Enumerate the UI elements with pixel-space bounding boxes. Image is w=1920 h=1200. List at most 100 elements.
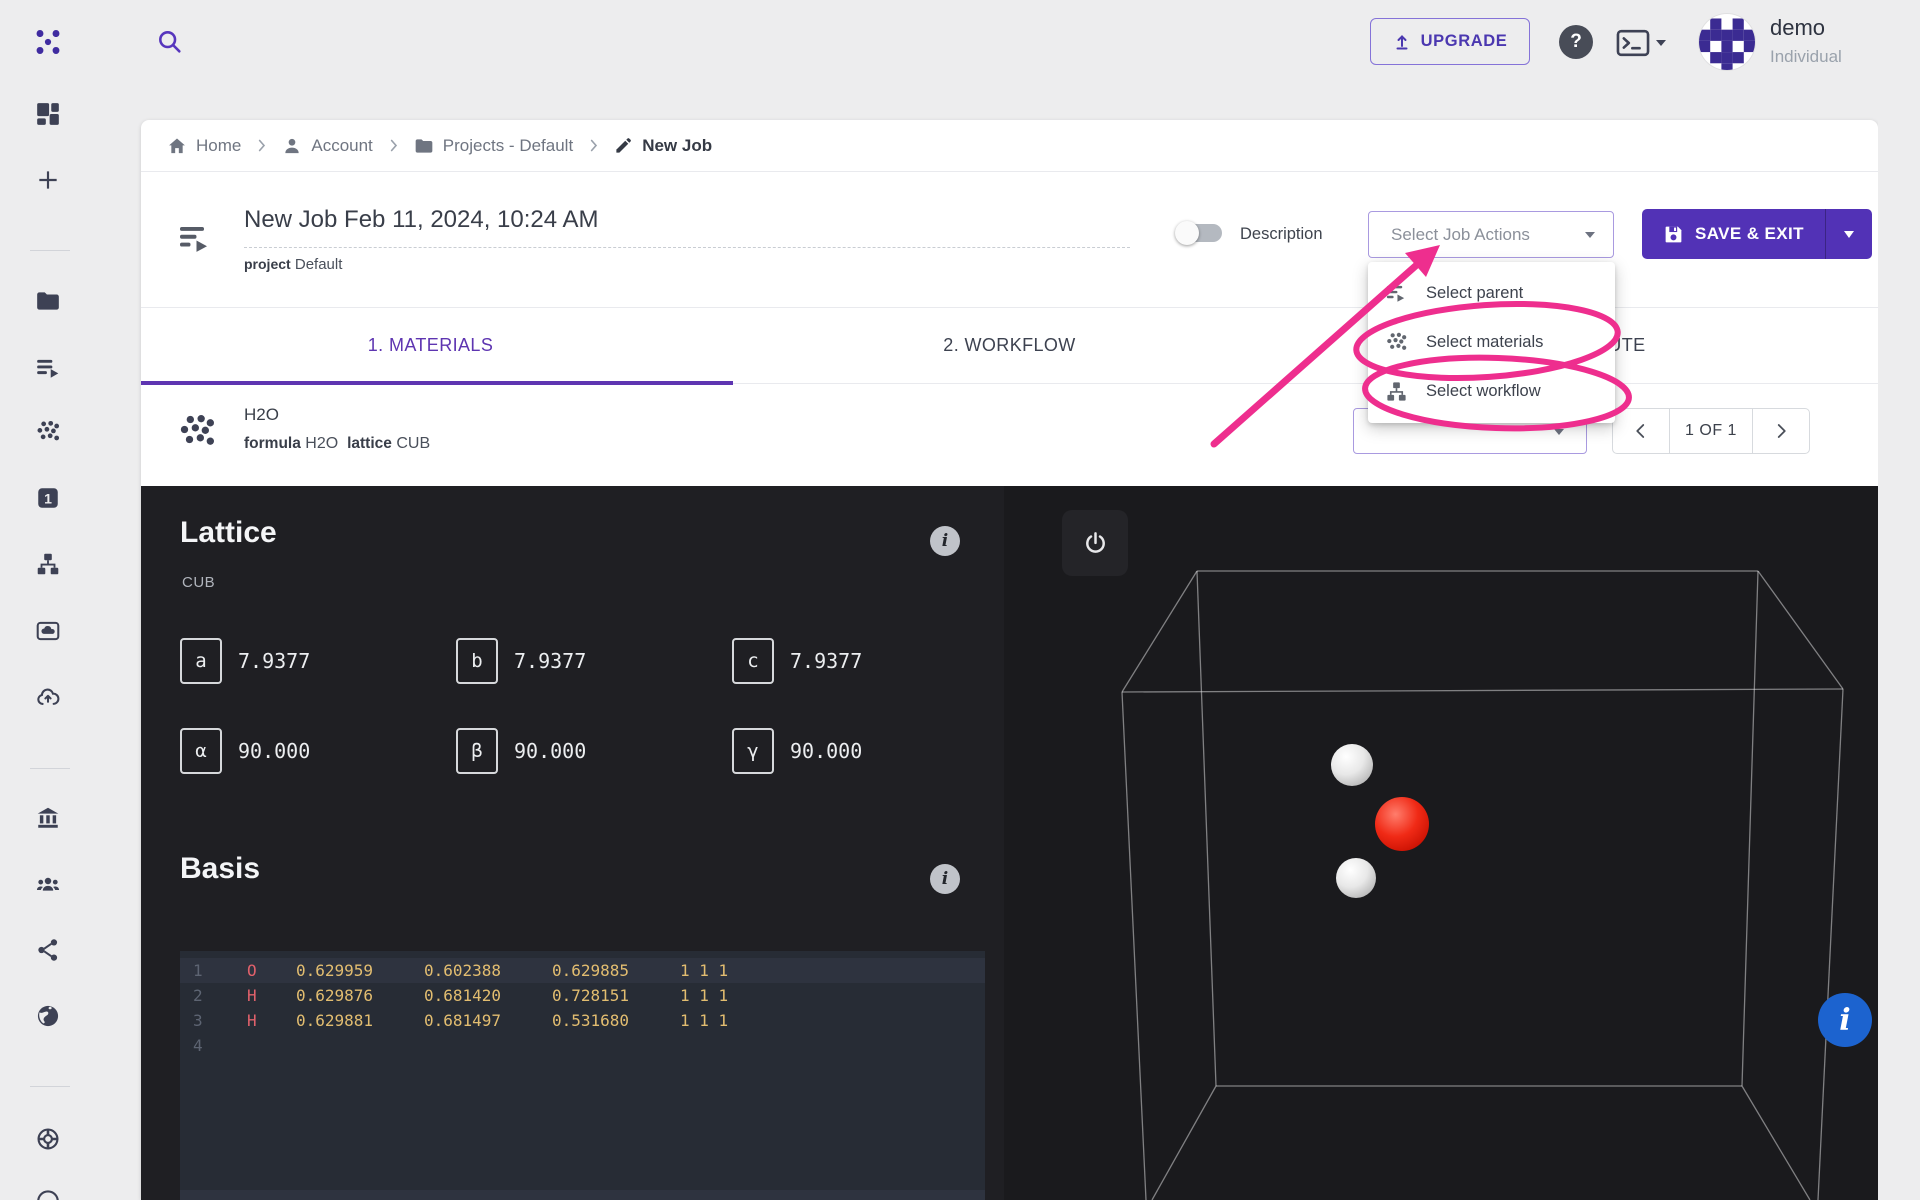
lattice-param-beta[interactable]: β 90.000 bbox=[456, 728, 732, 774]
param-value[interactable]: 7.9377 bbox=[514, 649, 586, 673]
workflow-tree-icon[interactable] bbox=[35, 551, 61, 577]
viewer-info-button[interactable]: i bbox=[1818, 993, 1872, 1047]
param-symbol: γ bbox=[732, 728, 774, 774]
job-actions-select[interactable]: Select Job Actions bbox=[1368, 211, 1614, 258]
avatar[interactable] bbox=[1699, 14, 1755, 70]
param-value[interactable]: 90.000 bbox=[790, 739, 862, 763]
power-toggle-button[interactable] bbox=[1062, 510, 1128, 576]
editor-line[interactable]: 4 bbox=[180, 1033, 985, 1058]
material-dots-icon bbox=[180, 415, 214, 445]
cloud-upload-icon[interactable] bbox=[35, 685, 61, 711]
bank-icon[interactable] bbox=[35, 805, 61, 831]
basis-info-button[interactable]: i bbox=[930, 864, 960, 894]
material-row: H2O formula H2O lattice CUB 1 OF 1 bbox=[141, 384, 1878, 486]
user-name[interactable]: demo bbox=[1770, 15, 1825, 41]
default-item-icon[interactable]: 1 bbox=[35, 485, 61, 511]
partial-circle-icon[interactable] bbox=[35, 1186, 61, 1200]
lattice-param-b[interactable]: b 7.9377 bbox=[456, 638, 732, 684]
breadcrumb-current[interactable]: New Job bbox=[614, 136, 712, 156]
lattice-info-button[interactable]: i bbox=[930, 526, 960, 556]
param-value[interactable]: 7.9377 bbox=[790, 649, 862, 673]
workflow-icon bbox=[1387, 382, 1406, 401]
material-name[interactable]: H2O bbox=[244, 405, 279, 425]
editor-line[interactable]: 2 H 0.629876 0.681420 0.728151 1 1 1 bbox=[180, 983, 985, 1008]
user-plan: Individual bbox=[1770, 47, 1842, 66]
coord-y: 0.681420 bbox=[424, 986, 502, 1005]
menu-item-select-parent[interactable]: Select parent bbox=[1368, 269, 1615, 318]
upgrade-button[interactable]: UPGRADE bbox=[1370, 18, 1530, 65]
breadcrumb-home[interactable]: Home bbox=[167, 136, 241, 156]
chevron-right-icon bbox=[390, 139, 397, 152]
search-icon[interactable] bbox=[156, 28, 184, 56]
chevron-right-icon bbox=[591, 139, 598, 152]
prev-page-button[interactable] bbox=[1613, 409, 1669, 453]
lattice-param-gamma[interactable]: γ 90.000 bbox=[732, 728, 1008, 774]
lattice-title: Lattice bbox=[180, 516, 277, 549]
tab-materials[interactable]: 1. MATERIALS bbox=[141, 308, 720, 383]
next-page-button[interactable] bbox=[1753, 409, 1809, 453]
project-label: project bbox=[244, 256, 291, 272]
project-value: Default bbox=[294, 256, 343, 273]
sidebar: 1 bbox=[0, 0, 100, 1200]
coord-x: 0.629881 bbox=[296, 1011, 374, 1030]
tab-label: 2. WORKFLOW bbox=[943, 335, 1076, 355]
share-icon[interactable] bbox=[35, 937, 61, 963]
breadcrumb-account[interactable]: Account bbox=[282, 136, 373, 156]
description-toggle[interactable] bbox=[1175, 221, 1222, 245]
save-options-button[interactable] bbox=[1826, 209, 1872, 259]
folder-icon[interactable] bbox=[35, 288, 61, 314]
param-value[interactable]: 90.000 bbox=[238, 739, 310, 763]
set-parent-job-icon[interactable] bbox=[177, 221, 213, 257]
atom-hydrogen[interactable] bbox=[1336, 858, 1376, 898]
person-icon bbox=[285, 138, 300, 153]
home-icon bbox=[169, 138, 185, 153]
coord-x: 0.629876 bbox=[296, 986, 374, 1005]
editor-line[interactable]: 3 H 0.629881 0.681497 0.531680 1 1 1 bbox=[180, 1008, 985, 1033]
lattice-params: a 7.9377 b 7.9377 c 7.9377 α 90.000 β 90… bbox=[180, 638, 1008, 774]
coord-y: 0.681497 bbox=[424, 1011, 502, 1030]
editor-line[interactable]: 1 O 0.629959 0.602388 0.629885 1 1 1 bbox=[180, 958, 985, 983]
chevron-right-icon bbox=[1777, 424, 1786, 438]
structure-viewer-3d[interactable]: i bbox=[1004, 486, 1878, 1200]
lattice-param-alpha[interactable]: α 90.000 bbox=[180, 728, 456, 774]
terminal-button[interactable] bbox=[1616, 28, 1674, 58]
coord-z: 0.728151 bbox=[552, 986, 630, 1005]
job-title[interactable]: New Job Feb 11, 2024, 10:24 AM bbox=[244, 206, 598, 234]
menu-item-select-workflow[interactable]: Select workflow bbox=[1368, 367, 1615, 416]
lattice-param-a[interactable]: a 7.9377 bbox=[180, 638, 456, 684]
atom-hydrogen[interactable] bbox=[1331, 744, 1373, 786]
power-icon bbox=[1085, 531, 1105, 553]
save-exit-button[interactable]: SAVE & EXIT bbox=[1642, 209, 1872, 259]
lattice-basis-panel: Lattice CUB i a 7.9377 b 7.9377 c 7.9377… bbox=[141, 486, 1004, 1200]
line-number: 2 bbox=[193, 986, 203, 1005]
atom-oxygen[interactable] bbox=[1375, 797, 1429, 851]
identicon bbox=[1699, 18, 1755, 70]
info-glyph: i bbox=[941, 531, 949, 551]
lattice-param-c[interactable]: c 7.9377 bbox=[732, 638, 1008, 684]
chevron-down-icon bbox=[1554, 429, 1564, 435]
formula-value: H2O bbox=[305, 435, 339, 452]
globe-icon[interactable] bbox=[35, 1003, 61, 1029]
support-wheel-icon[interactable] bbox=[35, 1126, 61, 1152]
people-icon[interactable] bbox=[35, 872, 61, 898]
basis-code-editor[interactable]: 1 O 0.629959 0.602388 0.629885 1 1 1 2 H… bbox=[180, 951, 985, 1200]
plus-icon[interactable] bbox=[35, 167, 61, 193]
sidebar-divider bbox=[30, 768, 70, 769]
materials-dots-icon[interactable] bbox=[35, 419, 61, 445]
breadcrumb-projects[interactable]: Projects - Default bbox=[414, 136, 573, 156]
tab-workflow[interactable]: 2. WORKFLOW bbox=[720, 308, 1299, 383]
dashboard-icon[interactable] bbox=[35, 101, 61, 127]
material-summary: formula H2O lattice CUB bbox=[244, 435, 430, 453]
constraint-flags: 1 1 1 bbox=[680, 1011, 729, 1030]
help-button[interactable]: ? bbox=[1559, 25, 1593, 59]
param-symbol: α bbox=[180, 728, 222, 774]
media-icon[interactable] bbox=[35, 618, 61, 644]
param-value[interactable]: 7.9377 bbox=[238, 649, 310, 673]
coord-y: 0.602388 bbox=[424, 961, 502, 980]
jobs-list-icon[interactable] bbox=[35, 355, 61, 381]
page-margin bbox=[1878, 0, 1920, 1200]
param-value[interactable]: 90.000 bbox=[514, 739, 586, 763]
menu-item-select-materials[interactable]: Select materials bbox=[1368, 318, 1615, 367]
basis-title: Basis bbox=[180, 852, 261, 885]
parent-icon bbox=[1386, 285, 1405, 302]
